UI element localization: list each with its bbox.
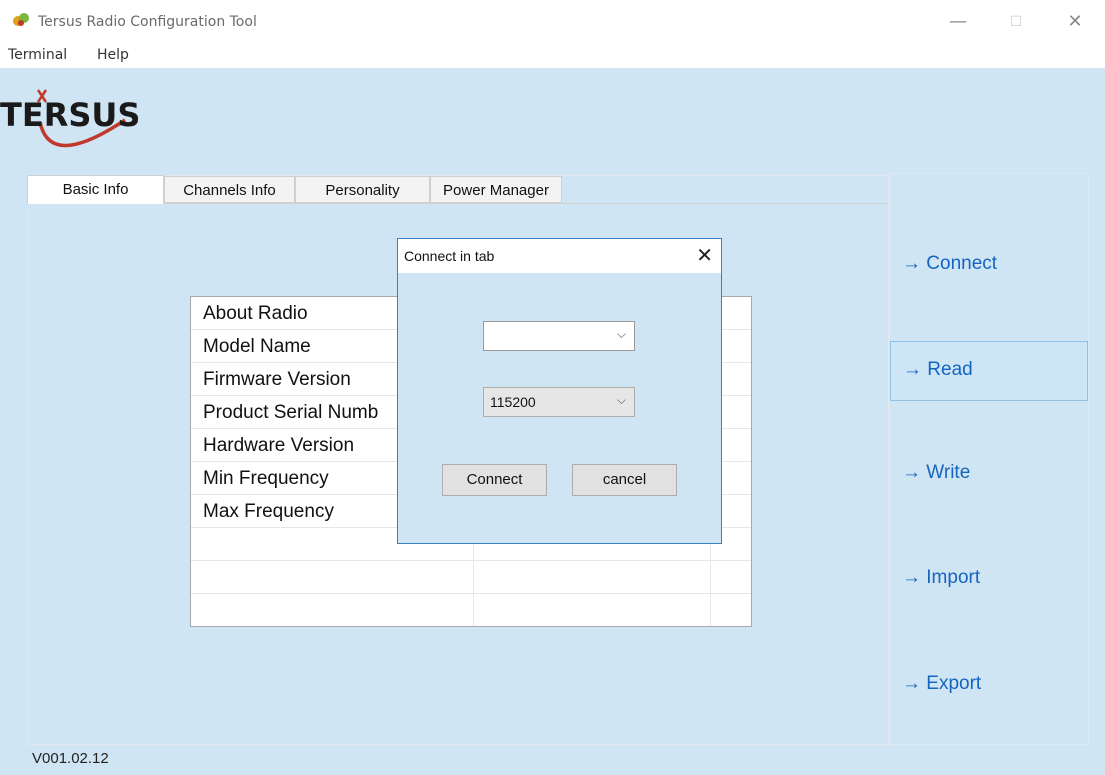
tab-power-manager[interactable]: Power Manager bbox=[430, 176, 562, 203]
chevron-down-icon: ⌵ bbox=[616, 327, 626, 341]
dialog-title: Connect in tab bbox=[404, 248, 495, 264]
tab-basic-info[interactable]: Basic Info bbox=[27, 175, 164, 204]
dialog-title-bar: Connect in tab ✕ bbox=[398, 239, 721, 273]
tersus-logo: TERSUS bbox=[0, 89, 140, 148]
import-action-label: → Import bbox=[902, 567, 981, 588]
export-action-button[interactable]: → Export bbox=[890, 656, 1088, 716]
export-action-label: → Export bbox=[902, 673, 982, 694]
connect-action-button[interactable]: → Connect bbox=[890, 236, 1088, 296]
maximize-button[interactable]: ☐ bbox=[993, 8, 1039, 36]
svg-text:TERSUS: TERSUS bbox=[0, 96, 140, 134]
write-action-button[interactable]: → Write bbox=[890, 445, 1088, 505]
baud-rate-value: 115200 bbox=[490, 394, 536, 410]
chevron-down-icon: ⌵ bbox=[616, 393, 626, 407]
dialog-connect-button[interactable]: Connect bbox=[442, 464, 547, 496]
dialog-cancel-button[interactable]: cancel bbox=[572, 464, 677, 496]
import-action-button[interactable]: → Import bbox=[890, 550, 1088, 610]
app-icon bbox=[13, 13, 29, 26]
window-title: Tersus Radio Configuration Tool bbox=[38, 14, 257, 30]
write-action-label: → Write bbox=[902, 462, 971, 483]
connect-dialog: Connect in tab ✕ ⌵ 115200 ⌵ Connect canc… bbox=[397, 238, 722, 544]
read-action-button[interactable]: → Read bbox=[890, 341, 1088, 401]
port-select[interactable]: ⌵ bbox=[483, 321, 635, 351]
baud-rate-select[interactable]: 115200 ⌵ bbox=[483, 387, 635, 417]
menu-help[interactable]: Help bbox=[97, 47, 129, 63]
title-bar: Tersus Radio Configuration Tool — ☐ ✕ bbox=[0, 0, 1105, 44]
tab-channels-info[interactable]: Channels Info bbox=[164, 176, 295, 203]
connect-action-label: → Connect bbox=[902, 253, 998, 274]
version-label: V001.02.12 bbox=[32, 750, 109, 767]
table-row[interactable] bbox=[191, 594, 751, 626]
close-button[interactable]: ✕ bbox=[1052, 8, 1098, 36]
dialog-close-icon[interactable]: ✕ bbox=[696, 243, 713, 267]
table-row[interactable] bbox=[191, 561, 751, 594]
menu-bar: Terminal Help bbox=[0, 44, 1105, 68]
read-action-label: → Read bbox=[903, 359, 973, 380]
minimize-button[interactable]: — bbox=[935, 8, 981, 36]
tab-personality[interactable]: Personality bbox=[295, 176, 430, 203]
menu-terminal[interactable]: Terminal bbox=[8, 47, 67, 63]
